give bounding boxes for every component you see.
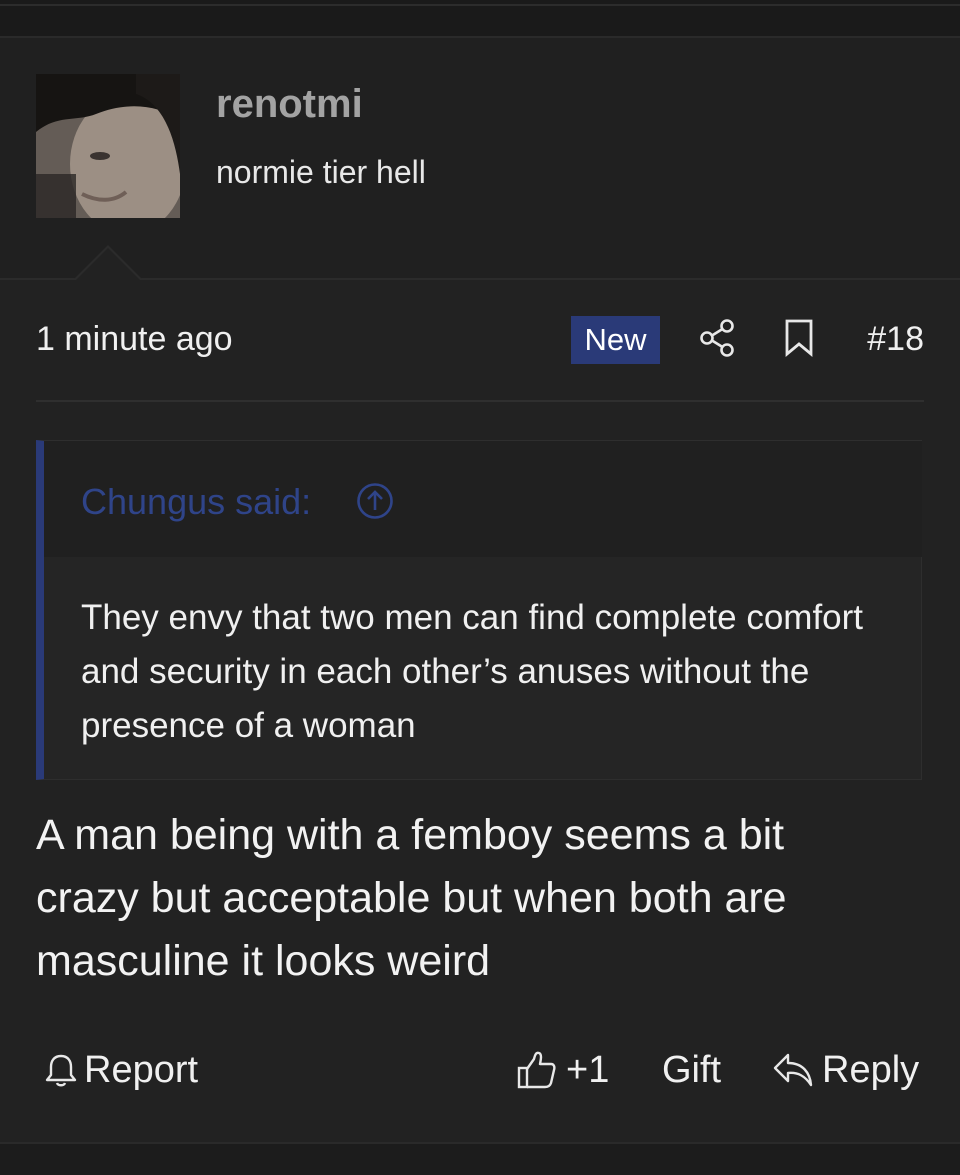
jump-to-quote-button[interactable] [356, 482, 394, 520]
avatar-image [36, 74, 180, 218]
quote-header: Chungus said: [44, 441, 922, 557]
user-header: renotmi normie tier hell [0, 38, 960, 280]
post-message: A man being with a femboy seems a bit cr… [36, 811, 787, 985]
report-label: Report [84, 1048, 199, 1091]
gift-button[interactable]: Gift [662, 1043, 721, 1097]
share-button[interactable] [698, 318, 738, 358]
quote-author-link[interactable]: Chungus said: [81, 481, 311, 523]
report-button[interactable]: Report [44, 1043, 198, 1097]
post-number[interactable]: #18 [867, 320, 924, 359]
forum-post: renotmi normie tier hell 1 minute ago Ne… [0, 38, 960, 1142]
like-button[interactable]: +1 [516, 1043, 609, 1097]
bookmark-icon [785, 319, 813, 357]
bottom-divider [0, 1142, 960, 1175]
header-pointer [74, 245, 142, 280]
thumbs-up-icon [517, 1051, 556, 1089]
bookmark-button[interactable] [784, 319, 814, 357]
top-divider [0, 0, 960, 38]
share-icon [700, 319, 734, 357]
quote-text: They envy that two men can find complete… [81, 598, 864, 745]
arrow-up-circle-icon [357, 483, 393, 519]
post-meta: 1 minute ago New #18 [36, 308, 924, 372]
bell-icon [45, 1054, 77, 1087]
meta-divider [36, 400, 924, 402]
reply-icon [773, 1053, 813, 1087]
like-count: +1 [566, 1048, 610, 1091]
reply-label: Reply [822, 1048, 920, 1091]
user-title: normie tier hell [216, 154, 426, 190]
new-badge: New [571, 316, 660, 364]
reply-button[interactable]: Reply [772, 1043, 919, 1097]
avatar[interactable] [36, 74, 180, 218]
post-actions: Report +1 Gift Reply [36, 1043, 924, 1097]
post-timestamp[interactable]: 1 minute ago [36, 320, 233, 359]
username[interactable]: renotmi [216, 82, 363, 127]
gift-label: Gift [662, 1048, 722, 1091]
quote-block: Chungus said: They envy that two men can… [36, 440, 922, 780]
